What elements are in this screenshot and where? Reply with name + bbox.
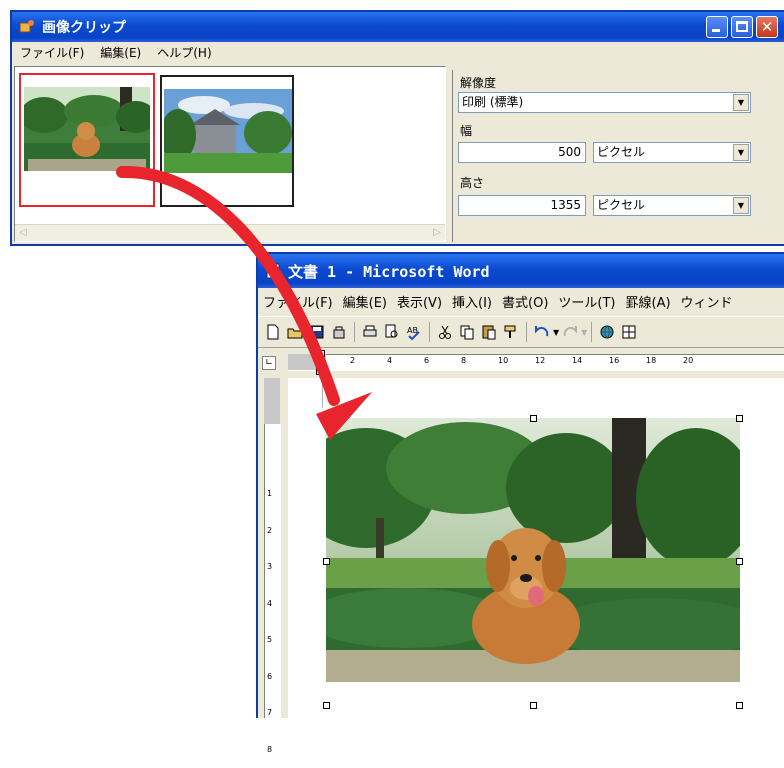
drag-arrow-icon: [0, 0, 784, 718]
vruler-number: 8: [267, 732, 277, 768]
